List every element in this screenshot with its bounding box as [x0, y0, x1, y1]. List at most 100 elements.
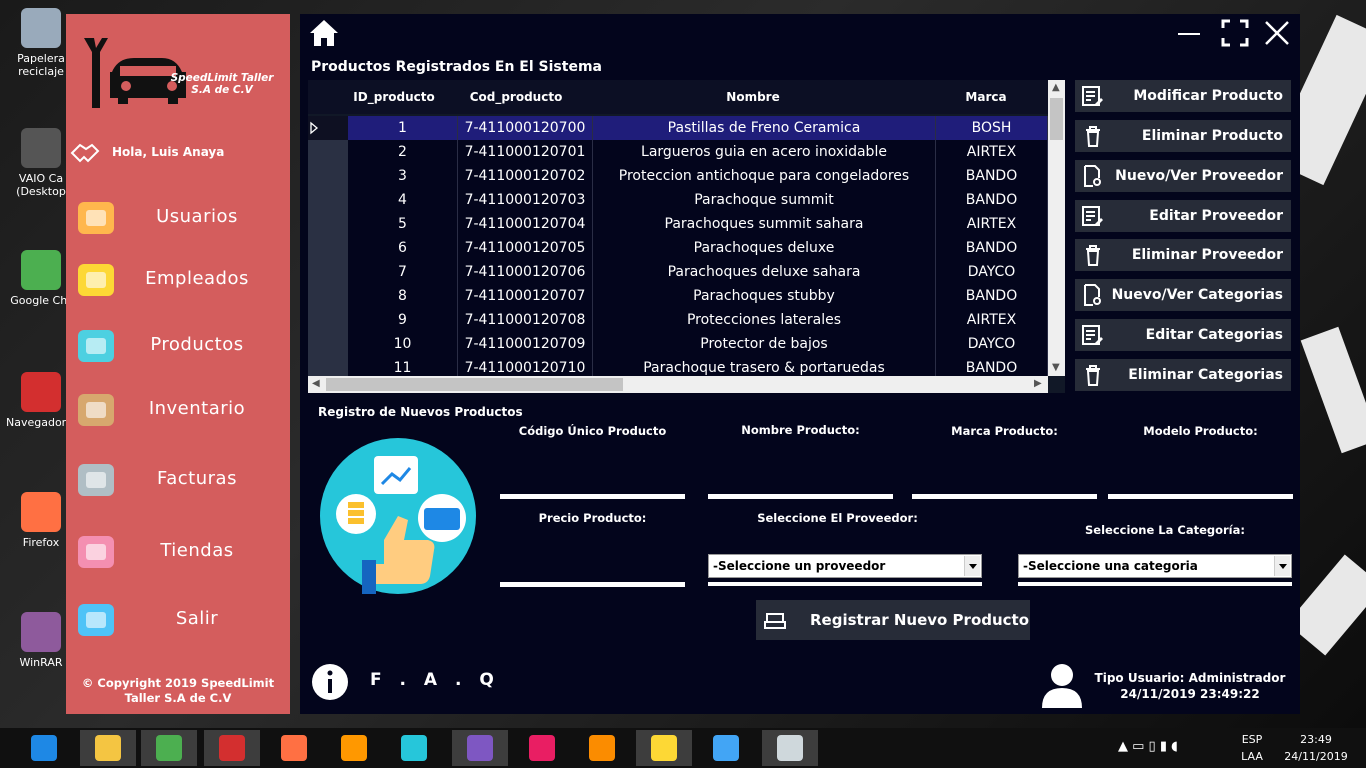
table-cell[interactable]: AIRTEX	[936, 308, 1048, 332]
row-header[interactable]	[308, 308, 348, 332]
column-header[interactable]: Cod_producto	[458, 80, 574, 114]
taskbar-item[interactable]	[574, 730, 630, 766]
scroll-right-icon[interactable]: ▶	[1034, 378, 1042, 389]
table-cell[interactable]: 7-411000120709	[458, 332, 593, 356]
row-header[interactable]	[308, 116, 348, 140]
table-row[interactable]: 3 7-411000120702 Proteccion antichoque par…	[308, 164, 1048, 188]
table-cell[interactable]: 10	[348, 332, 458, 356]
column-header[interactable]: Marca	[936, 80, 1036, 114]
language-indicator[interactable]: ESP LAA	[1232, 731, 1272, 765]
table-cell[interactable]: 2	[348, 140, 458, 164]
taskbar-item[interactable]	[636, 730, 692, 766]
modelo-input[interactable]	[1108, 454, 1293, 492]
table-cell[interactable]: 4	[348, 188, 458, 212]
eliminar-proveedor-button[interactable]: Eliminar Proveedor	[1075, 239, 1291, 271]
row-header[interactable]	[308, 188, 348, 212]
table-row[interactable]: 8 7-411000120707 Parachoques stubby BANDO	[308, 284, 1048, 308]
scroll-down-icon[interactable]: ▼	[1052, 362, 1060, 373]
tray-icons[interactable]: ▲ ▭ ▯ ▮ ◖	[1118, 738, 1178, 755]
taskbar-item[interactable]	[80, 730, 136, 766]
table-cell[interactable]: 7-411000120707	[458, 284, 593, 308]
table-cell[interactable]: Parachoques deluxe	[593, 236, 936, 260]
nav-item-productos[interactable]: Productos	[66, 318, 290, 374]
table-cell[interactable]: Parachoques deluxe sahara	[593, 260, 936, 284]
table-cell[interactable]: Parachoque summit	[593, 188, 936, 212]
nombre-input[interactable]	[708, 454, 893, 492]
table-cell[interactable]: Parachoques stubby	[593, 284, 936, 308]
close-icon[interactable]	[1262, 18, 1292, 48]
editar-proveedor-button[interactable]: Editar Proveedor	[1075, 200, 1291, 232]
table-cell[interactable]: 7-411000120703	[458, 188, 593, 212]
categoria-select[interactable]: -Seleccione una categoria	[1018, 554, 1292, 578]
eliminar-producto-button[interactable]: Eliminar Producto	[1075, 120, 1291, 152]
row-header[interactable]	[308, 212, 348, 236]
codigo-input[interactable]	[500, 454, 685, 492]
vertical-scrollbar[interactable]: ▲ ▼	[1048, 80, 1065, 376]
row-header[interactable]	[308, 284, 348, 308]
table-cell[interactable]: DAYCO	[936, 260, 1048, 284]
table-row[interactable]: 5 7-411000120704 Parachoques summit sahara…	[308, 212, 1048, 236]
table-row[interactable]: 4 7-411000120703 Parachoque summit BANDO	[308, 188, 1048, 212]
table-cell[interactable]: AIRTEX	[936, 212, 1048, 236]
maximize-icon[interactable]	[1220, 18, 1250, 48]
taskbar-item[interactable]	[698, 730, 754, 766]
taskbar-item[interactable]	[762, 730, 818, 766]
table-cell[interactable]: Proteccion antichoque para congeladores	[593, 164, 936, 188]
nav-item-usuarios[interactable]: Usuarios	[66, 190, 290, 246]
column-header[interactable]: ID_producto	[348, 80, 440, 114]
table-cell[interactable]: BOSH	[936, 116, 1048, 140]
table-cell[interactable]: 7-411000120708	[458, 308, 593, 332]
taskbar-item[interactable]	[514, 730, 570, 766]
info-icon[interactable]	[310, 662, 350, 702]
taskbar-item[interactable]	[16, 730, 72, 766]
taskbar-item[interactable]	[141, 730, 197, 766]
nuevo-ver-proveedor-button[interactable]: Nuevo/Ver Proveedor	[1075, 160, 1291, 192]
table-row[interactable]: 2 7-411000120701 Largueros guia en acero i…	[308, 140, 1048, 164]
clock[interactable]: 23:49 24/11/2019	[1276, 731, 1356, 765]
scroll-up-icon[interactable]: ▲	[1052, 82, 1060, 93]
home-icon[interactable]	[308, 18, 340, 48]
minimize-icon[interactable]	[1174, 18, 1204, 48]
table-cell[interactable]: 7-411000120700	[458, 116, 593, 140]
table-cell[interactable]: 8	[348, 284, 458, 308]
row-header[interactable]	[308, 260, 348, 284]
table-cell[interactable]: BANDO	[936, 188, 1048, 212]
table-cell[interactable]: Pastillas de Freno Ceramica	[593, 116, 936, 140]
nav-item-facturas[interactable]: Facturas	[66, 452, 290, 508]
table-cell[interactable]: 9	[348, 308, 458, 332]
table-cell[interactable]: Protecciones laterales	[593, 308, 936, 332]
table-cell[interactable]: 7-411000120702	[458, 164, 593, 188]
proveedor-select[interactable]: -Seleccione un proveedor	[708, 554, 982, 578]
table-cell[interactable]: 5	[348, 212, 458, 236]
table-cell[interactable]: BANDO	[936, 284, 1048, 308]
table-cell[interactable]: Protector de bajos	[593, 332, 936, 356]
editar-categorias-button[interactable]: Editar Categorias	[1075, 319, 1291, 351]
nav-item-empleados[interactable]: Empleados	[66, 252, 290, 308]
taskbar-item[interactable]	[386, 730, 442, 766]
precio-input[interactable]	[500, 542, 685, 580]
nav-item-salir[interactable]: Salir	[66, 592, 290, 648]
table-row[interactable]: 10 7-411000120709 Protector de bajos DAYCO	[308, 332, 1048, 356]
horizontal-scrollbar[interactable]: ◀ ▶	[308, 376, 1048, 393]
column-header[interactable]: Nombre	[593, 80, 913, 114]
table-row[interactable]: 9 7-411000120708 Protecciones laterales AIR…	[308, 308, 1048, 332]
table-row[interactable]: 1 7-411000120700 Pastillas de Freno Cerami…	[308, 116, 1048, 140]
table-cell[interactable]: 6	[348, 236, 458, 260]
nuevo-ver-categorias-button[interactable]: Nuevo/Ver Categorias	[1075, 279, 1291, 311]
row-header[interactable]	[308, 140, 348, 164]
table-cell[interactable]: DAYCO	[936, 332, 1048, 356]
table-cell[interactable]: BANDO	[936, 164, 1048, 188]
taskbar-item[interactable]	[452, 730, 508, 766]
scroll-thumb[interactable]	[326, 378, 623, 391]
table-row[interactable]: 7 7-411000120706 Parachoques deluxe sahara…	[308, 260, 1048, 284]
row-header[interactable]	[308, 236, 348, 260]
chevron-down-icon[interactable]	[1274, 556, 1290, 576]
table-cell[interactable]: 7-411000120705	[458, 236, 593, 260]
taskbar-item[interactable]	[326, 730, 382, 766]
table-cell[interactable]: AIRTEX	[936, 140, 1048, 164]
row-header[interactable]	[308, 164, 348, 188]
modificar-producto-button[interactable]: Modificar Producto	[1075, 80, 1291, 112]
table-cell[interactable]: Parachoques summit sahara	[593, 212, 936, 236]
table-cell[interactable]: 7-411000120706	[458, 260, 593, 284]
eliminar-categorias-button[interactable]: Eliminar Categorias	[1075, 359, 1291, 391]
